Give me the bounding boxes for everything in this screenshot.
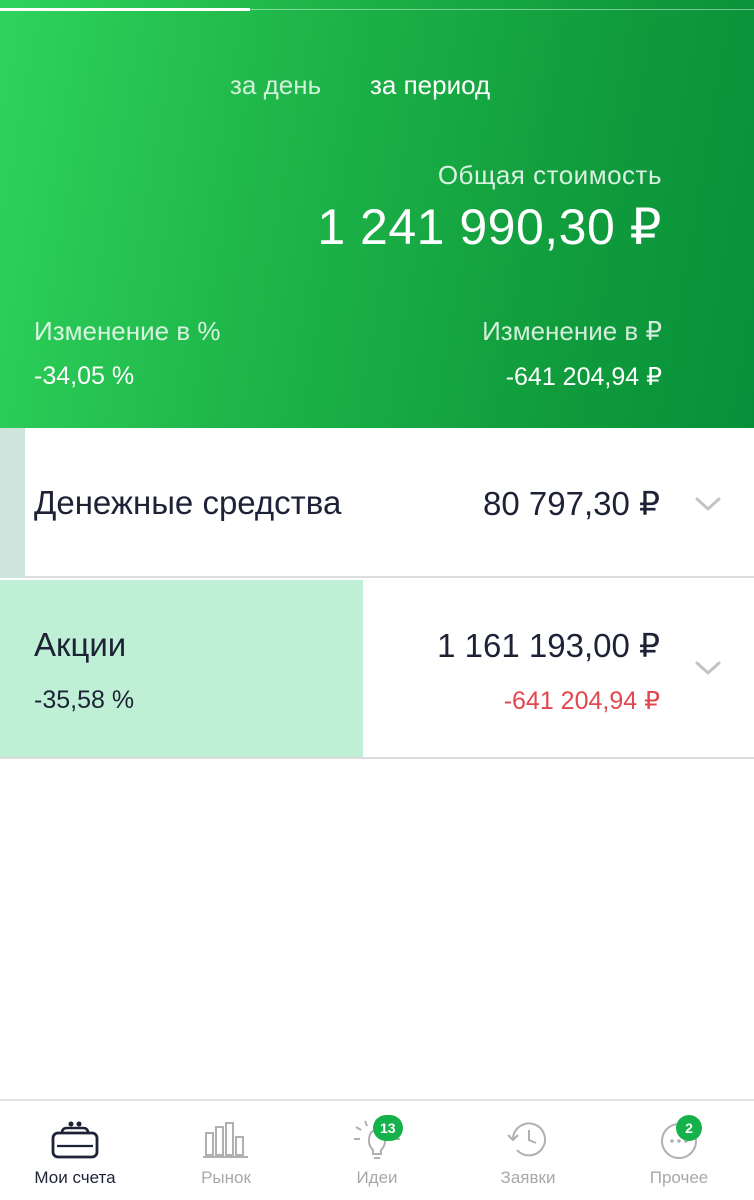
total-value: 1 241 990,30 ₽ (317, 199, 662, 255)
change-rub-label: Изменение в ₽ (482, 316, 662, 346)
nav-item-my-accounts[interactable]: Мои счета (0, 1101, 150, 1200)
nav-label-orders: Заявки (500, 1168, 556, 1187)
nav-label-ideas: Идеи (356, 1168, 398, 1187)
page-tab-inactive-indicator[interactable] (250, 9, 754, 10)
account-name-cash: Денежные средства (34, 484, 342, 521)
change-percent-value: -34,05 % (34, 362, 135, 390)
nav-label-market: Рынок (201, 1168, 251, 1187)
tab-day[interactable]: за день (230, 70, 321, 101)
stocks-share-bar (0, 580, 363, 757)
account-percent-stocks: -35,58 % (34, 686, 135, 714)
nav-item-more[interactable]: 2 Прочее (604, 1101, 754, 1200)
page-tab-active-indicator[interactable] (0, 8, 250, 11)
nav-item-orders[interactable]: Заявки (453, 1101, 603, 1200)
wallet-icon (51, 1121, 99, 1159)
account-change-stocks: -641 204,94 ₽ (503, 687, 660, 715)
history-clock-icon (507, 1122, 546, 1157)
tab-period[interactable]: за период (370, 70, 490, 101)
change-percent-label: Изменение в % (34, 316, 221, 346)
nav-label-more: Прочее (649, 1168, 709, 1187)
bar-chart-icon (203, 1122, 248, 1158)
total-value-label: Общая стоимость (437, 160, 662, 190)
nav-label-my-accounts: Мои счета (34, 1168, 116, 1187)
account-name-stocks: Акции (34, 626, 127, 663)
portfolio-header: за день за период Общая стоимость 1 241 … (0, 0, 754, 428)
ideas-badge: 13 (373, 1115, 403, 1141)
page-tab-indicator (0, 0, 754, 11)
more-badge: 2 (676, 1115, 702, 1141)
change-rub-value: -641 204,94 ₽ (505, 363, 662, 391)
account-row-stocks[interactable] (0, 580, 754, 759)
nav-item-ideas[interactable]: 13 Идеи (302, 1101, 452, 1200)
chevron-down-icon[interactable] (695, 496, 721, 512)
account-value-stocks: 1 161 193,00 ₽ (437, 627, 660, 664)
account-value-cash: 80 797,30 ₽ (483, 485, 660, 522)
chevron-down-icon[interactable] (695, 660, 721, 676)
bottom-navigation: Мои счета Рынок 13 Идеи Заявки 2 Прочее (0, 1099, 754, 1200)
cash-share-bar (0, 428, 25, 578)
nav-item-market[interactable]: Рынок (151, 1101, 301, 1200)
